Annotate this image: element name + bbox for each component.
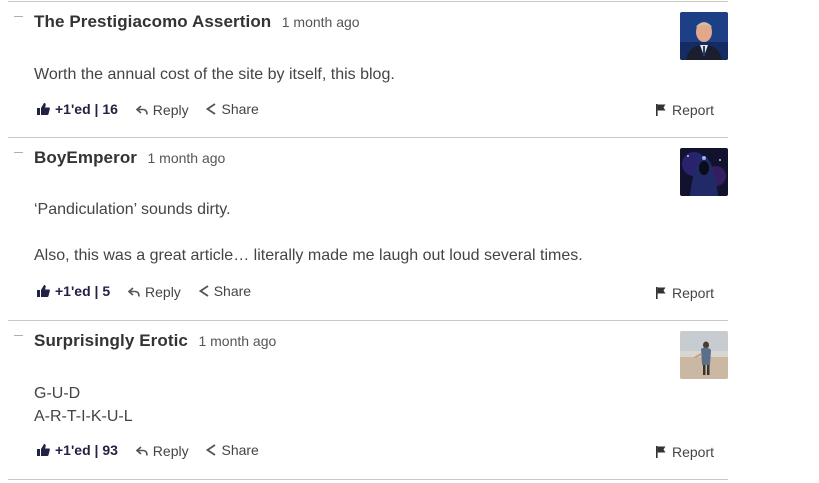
comment-text: ‘Pandiculation’ sounds dirty. bbox=[34, 201, 231, 218]
comment-timestamp: 1 month ago bbox=[281, 14, 360, 30]
avatar-man-in-suit-icon bbox=[680, 12, 728, 60]
share-button[interactable]: Share bbox=[198, 283, 252, 299]
thumbs-up-icon bbox=[37, 444, 50, 456]
reply-button[interactable]: Reply bbox=[128, 284, 181, 300]
comment-timestamp: 1 month ago bbox=[198, 333, 277, 349]
thumbs-up-icon bbox=[37, 285, 50, 297]
share-button[interactable]: Share bbox=[206, 442, 259, 458]
share-label: Share bbox=[221, 442, 259, 458]
reply-arrow-icon bbox=[135, 446, 148, 456]
report-button[interactable]: Report bbox=[656, 285, 714, 301]
reply-label: Reply bbox=[152, 102, 189, 118]
comment: BoyEmperor 1 month ago ‘Pandiculation’ s… bbox=[8, 137, 728, 321]
reply-arrow-icon bbox=[135, 105, 148, 115]
report-button[interactable]: Report bbox=[656, 102, 714, 118]
report-label: Report bbox=[672, 285, 715, 301]
comment-body: ‘Pandiculation’ sounds dirty. Also, this… bbox=[34, 198, 583, 267]
report-label: Report bbox=[672, 444, 715, 460]
share-button[interactable]: Share bbox=[206, 101, 259, 117]
comment-actions: +1'ed | 5 Reply Share bbox=[37, 283, 265, 303]
collapse-toggle[interactable] bbox=[14, 335, 23, 336]
share-icon bbox=[206, 103, 216, 115]
collapse-toggle[interactable] bbox=[14, 16, 23, 17]
upvote-count: +1'ed | 16 bbox=[55, 101, 118, 117]
comment-author[interactable]: Surprisingly Erotic bbox=[34, 331, 188, 350]
comment-body: Worth the annual cost of the site by its… bbox=[34, 63, 395, 86]
share-icon bbox=[198, 285, 209, 297]
report-button[interactable]: Report bbox=[656, 444, 714, 460]
avatar[interactable] bbox=[680, 12, 728, 60]
avatar[interactable] bbox=[680, 148, 728, 196]
reply-label: Reply bbox=[152, 443, 189, 459]
upvote-button[interactable]: +1'ed | 93 bbox=[37, 442, 118, 458]
comment-thread: The Prestigiacomo Assertion 1 month ago … bbox=[0, 0, 819, 483]
comment: Surprisingly Erotic 1 month ago G-U-D A-… bbox=[8, 320, 728, 480]
share-label: Share bbox=[213, 283, 252, 299]
comment-author[interactable]: BoyEmperor bbox=[34, 148, 137, 167]
upvote-button[interactable]: +1'ed | 16 bbox=[37, 101, 118, 117]
comment-header: The Prestigiacomo Assertion 1 month ago bbox=[34, 12, 360, 32]
avatar[interactable] bbox=[680, 331, 728, 379]
reply-button[interactable]: Reply bbox=[135, 102, 189, 118]
avatar-beach-photo-icon bbox=[680, 331, 728, 379]
reply-button[interactable]: Reply bbox=[135, 443, 189, 459]
comment-timestamp: 1 month ago bbox=[147, 150, 226, 166]
share-label: Share bbox=[221, 101, 259, 117]
flag-icon bbox=[656, 104, 666, 116]
comment-author[interactable]: The Prestigiacomo Assertion bbox=[34, 12, 271, 31]
report-label: Report bbox=[672, 102, 715, 118]
collapse-toggle[interactable] bbox=[14, 152, 23, 153]
upvote-count: +1'ed | 93 bbox=[55, 442, 118, 458]
flag-icon bbox=[656, 446, 666, 458]
comment-header: BoyEmperor 1 month ago bbox=[34, 148, 225, 168]
upvote-button[interactable]: +1'ed | 5 bbox=[37, 283, 110, 299]
comment: The Prestigiacomo Assertion 1 month ago … bbox=[8, 1, 728, 138]
reply-arrow-icon bbox=[128, 287, 140, 297]
comment-header: Surprisingly Erotic 1 month ago bbox=[34, 331, 276, 351]
comment-body: G-U-D A-R-T-I-K-U-L bbox=[34, 382, 133, 428]
comment-text: Worth the annual cost of the site by its… bbox=[34, 66, 395, 83]
thumbs-up-icon bbox=[37, 103, 50, 115]
upvote-count: +1'ed | 5 bbox=[55, 283, 111, 299]
comment-text: A-R-T-I-K-U-L bbox=[34, 408, 133, 425]
flag-icon bbox=[656, 287, 666, 299]
comment-actions: +1'ed | 16 Reply Share bbox=[37, 101, 273, 121]
comment-text: G-U-D bbox=[34, 385, 81, 402]
comment-text: Also, this was a great article… literall… bbox=[34, 247, 583, 264]
reply-label: Reply bbox=[145, 284, 181, 300]
share-icon bbox=[206, 444, 216, 456]
comment-actions: +1'ed | 93 Reply Share bbox=[37, 442, 273, 462]
avatar-hooded-figure-icon bbox=[680, 148, 728, 196]
